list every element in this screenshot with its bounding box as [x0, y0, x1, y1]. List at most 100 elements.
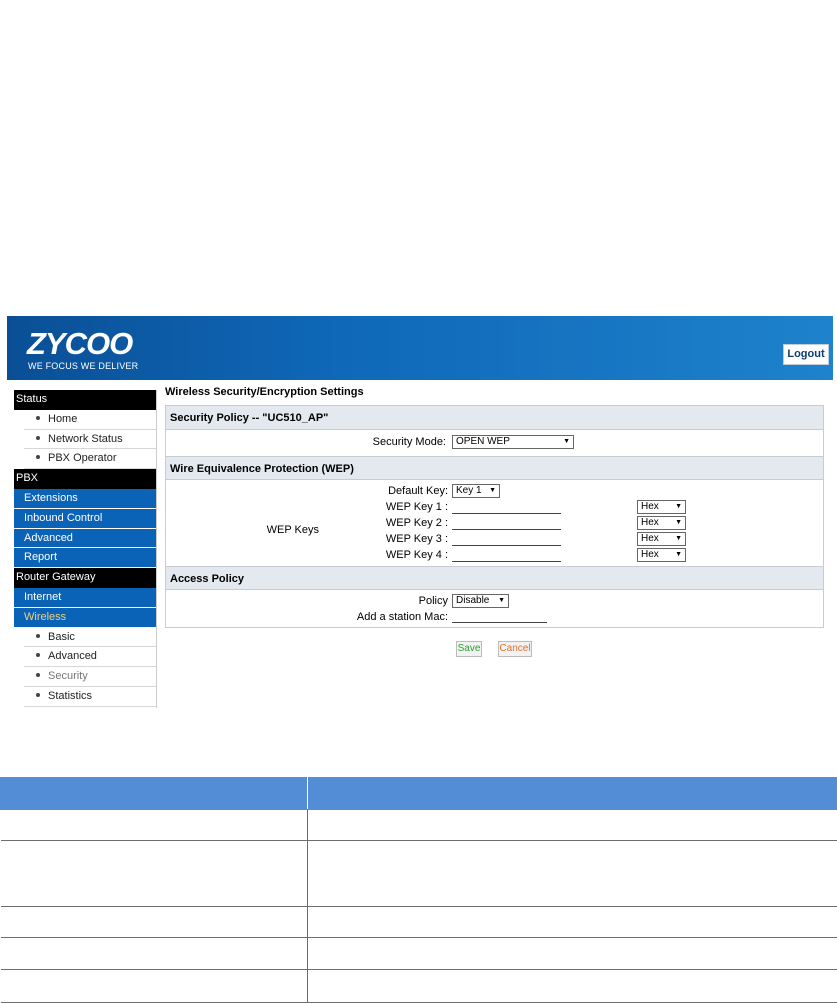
sidebar-item-advanced[interactable]: Advanced — [14, 528, 156, 549]
wep-key-4-label: WEP Key 4 : — [385, 549, 448, 561]
main-content: Wireless Security/Encryption Settings Se… — [165, 383, 824, 628]
sidebar-item-label: PBX Operator — [48, 452, 117, 465]
policy-value: Disable — [456, 595, 490, 606]
table-row — [0, 937, 837, 970]
table-cell — [307, 906, 837, 938]
default-key-label: Default Key: — [388, 485, 448, 497]
wep-key-format-value: Hex — [641, 517, 659, 528]
sidebar-item-label: Basic — [48, 630, 75, 643]
wep-key-format-value: Hex — [641, 533, 659, 544]
wep-key-4-format-select[interactable]: Hex ▼ — [637, 548, 686, 562]
default-key-select[interactable]: Key 1 ▼ — [452, 484, 500, 498]
sidebar-item-pbx-operator[interactable]: PBX Operator — [24, 449, 156, 470]
policy-select[interactable]: Disable ▼ — [452, 594, 509, 608]
security-mode-value: OPEN WEP — [456, 436, 510, 447]
sidebar-nav: Status Home Network Status PBX Operator PBX E… — [14, 390, 157, 708]
sidebar-item-label: Home — [48, 412, 78, 425]
logo-tagline: WE FOCUS WE DELIVER — [28, 361, 139, 371]
sidebar-item-label: Advanced — [48, 650, 97, 663]
table-row — [0, 809, 837, 841]
wep-key-3-label: WEP Key 3 : — [385, 533, 448, 545]
sidebar-item-label: Inbound Control — [24, 511, 103, 524]
dot-icon — [36, 455, 40, 460]
triangle-down-icon: ▼ — [563, 438, 570, 445]
sidebar-item-wireless[interactable]: Wireless — [14, 607, 156, 628]
wep-key-1-input[interactable] — [452, 500, 561, 514]
sidebar-item-label: Internet — [24, 590, 62, 603]
default-key-value: Key 1 — [456, 485, 482, 496]
sidebar-item-extensions[interactable]: Extensions — [14, 488, 156, 509]
dot-icon — [36, 633, 40, 638]
wep-keys-block: WEP Keys Default Key: Key 1 ▼ WEP Key 1 … — [166, 480, 823, 566]
wep-key-3-format-select[interactable]: Hex ▼ — [637, 532, 686, 546]
wep-key-2-input[interactable] — [452, 516, 561, 530]
sidebar-item-label: Advanced — [24, 531, 73, 544]
dot-icon — [36, 673, 40, 678]
wep-header: Wire Equivalence Protection (WEP) — [166, 456, 823, 480]
table-cell — [0, 937, 308, 970]
table-header-row — [0, 777, 837, 810]
save-button[interactable]: Save — [456, 641, 482, 657]
triangle-down-icon: ▼ — [675, 503, 682, 510]
sidebar-item-label: Router Gateway — [16, 571, 96, 584]
sidebar-item-internet[interactable]: Internet — [14, 587, 156, 608]
wep-key-1-label: WEP Key 1 : — [385, 501, 448, 513]
cancel-button[interactable]: Cancel — [498, 641, 532, 657]
policy-label: Policy — [418, 595, 448, 607]
sidebar-item-label: Wireless — [24, 610, 67, 623]
access-policy-header: Access Policy — [166, 566, 823, 590]
wep-key-format-value: Hex — [641, 501, 659, 512]
sidebar-section-pbx: PBX — [14, 469, 156, 489]
security-mode-select[interactable]: OPEN WEP ▼ — [452, 435, 574, 449]
sidebar-item-network-status[interactable]: Network Status — [24, 429, 156, 450]
table-cell — [307, 937, 837, 970]
sidebar-item-home[interactable]: Home — [24, 409, 156, 430]
sidebar-item-label: PBX — [16, 472, 39, 485]
wep-key-2-label: WEP Key 2 : — [385, 517, 448, 529]
zycoo-logo: ZYCOO WE FOCUS WE DELIVER — [27, 328, 147, 372]
wep-key-1-format-select[interactable]: Hex ▼ — [637, 500, 686, 514]
sidebar-item-label: Report — [24, 551, 58, 564]
sidebar-item-basic[interactable]: Basic — [24, 627, 156, 648]
wep-key-4-input[interactable] — [452, 548, 561, 562]
table-cell — [0, 906, 308, 938]
sidebar-item-statistics[interactable]: Statistics — [24, 686, 156, 707]
security-mode-label: Security Mode: — [372, 436, 446, 448]
triangle-down-icon: ▼ — [675, 535, 682, 542]
triangle-down-icon: ▼ — [675, 519, 682, 526]
logo-text: ZYCOO — [27, 326, 133, 361]
table-cell — [307, 840, 837, 907]
logout-button[interactable]: Logout — [783, 344, 829, 365]
wep-keys-label: WEP Keys — [266, 524, 319, 536]
sidebar-item-label: Status — [16, 393, 48, 405]
description-table — [0, 777, 837, 1003]
sidebar-item-inbound-control[interactable]: Inbound Control — [14, 508, 156, 529]
sidebar-section-status: Status — [14, 390, 156, 410]
triangle-down-icon: ▼ — [489, 487, 496, 494]
table-header-cell — [307, 777, 837, 810]
table-cell — [307, 809, 837, 841]
security-mode-row: Security Mode: OPEN WEP ▼ — [166, 430, 823, 456]
sidebar-item-label: Security — [48, 670, 88, 683]
table-header-cell — [0, 777, 308, 810]
dot-icon — [36, 435, 40, 440]
sidebar-item-label: Statistics — [48, 689, 93, 702]
triangle-down-icon: ▼ — [675, 551, 682, 558]
dot-icon — [36, 693, 40, 698]
triangle-down-icon: ▼ — [498, 597, 505, 604]
access-policy-block: Policy Disable ▼ Add a station Mac: — [166, 590, 823, 627]
sidebar-item-report[interactable]: Report — [14, 548, 156, 569]
settings-panel: Security Policy -- "UC510_AP" Security M… — [165, 405, 824, 628]
sidebar-item-label: Extensions — [24, 491, 78, 504]
security-policy-header: Security Policy -- "UC510_AP" — [166, 406, 823, 430]
wep-key-3-input[interactable] — [452, 532, 561, 546]
dot-icon — [36, 415, 40, 420]
wep-key-format-value: Hex — [641, 549, 659, 560]
table-cell — [307, 969, 837, 1003]
wep-key-2-format-select[interactable]: Hex ▼ — [637, 516, 686, 530]
sidebar-item-security[interactable]: Security — [24, 667, 156, 687]
table-cell — [0, 809, 308, 841]
sidebar-item-advanced[interactable]: Advanced — [24, 647, 156, 668]
station-mac-input[interactable] — [452, 609, 547, 623]
page-title: Wireless Security/Encryption Settings — [165, 386, 364, 398]
